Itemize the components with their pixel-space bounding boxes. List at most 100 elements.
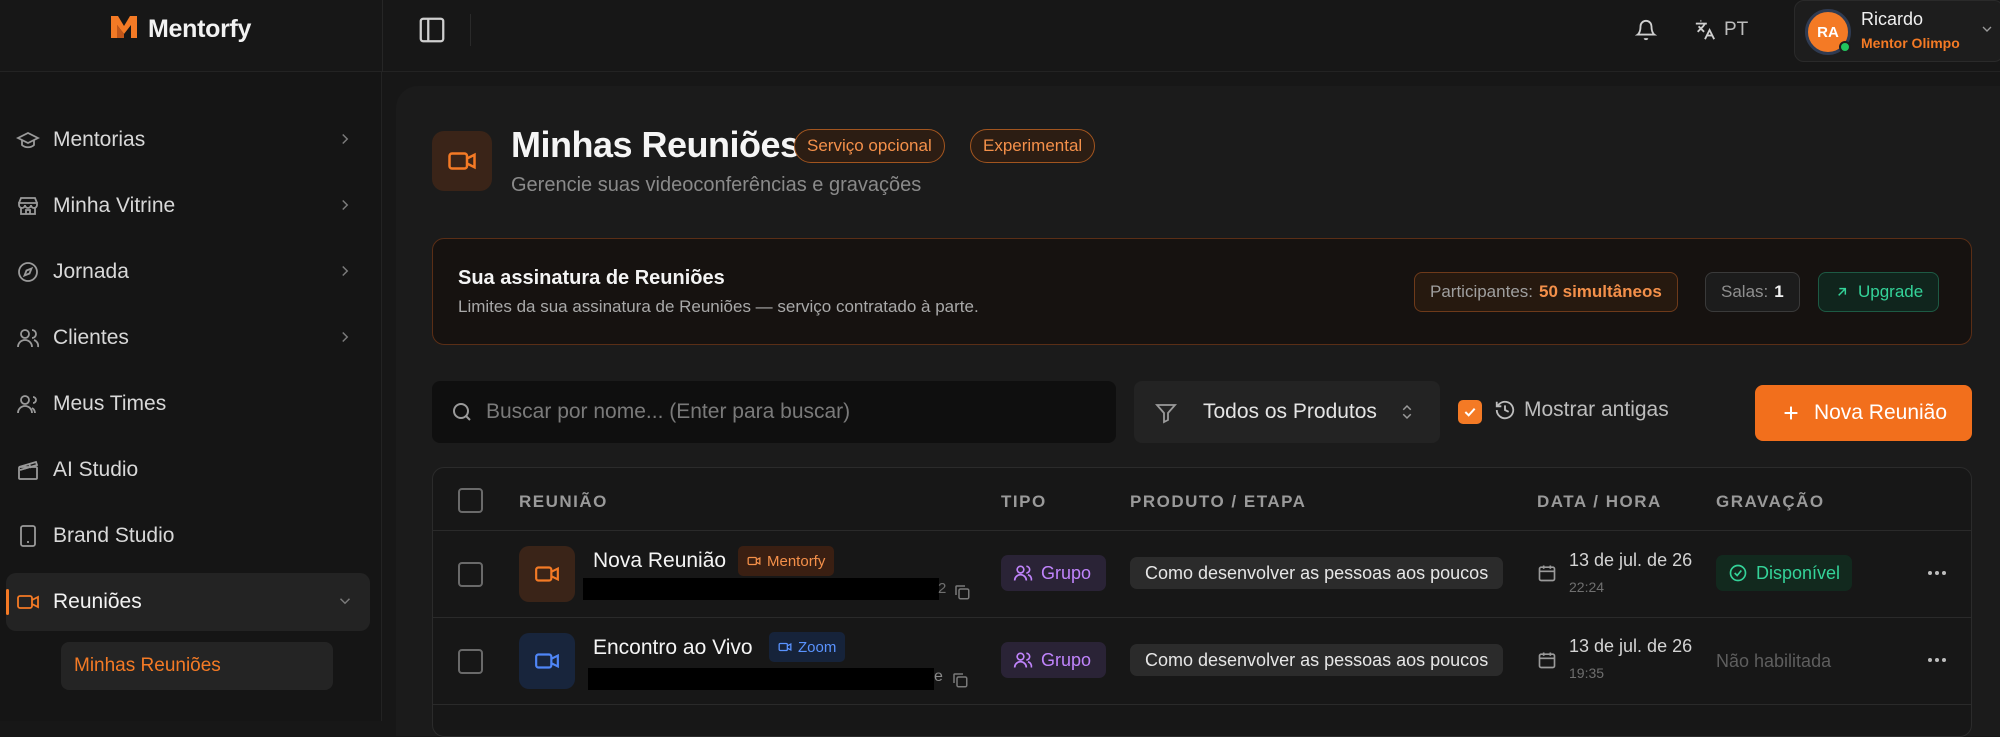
more-options-icon[interactable] bbox=[1925, 648, 1949, 672]
video-icon bbox=[448, 152, 476, 170]
column-header-type[interactable]: TIPO bbox=[1001, 492, 1047, 512]
video-icon bbox=[535, 566, 559, 582]
sidebar-item-jornada[interactable]: Jornada bbox=[6, 243, 370, 301]
sidebar-item-label: Reuniões bbox=[53, 590, 142, 613]
new-meeting-button[interactable]: Nova Reunião bbox=[1755, 385, 1972, 441]
meeting-name[interactable]: Encontro ao Vivo bbox=[593, 636, 753, 660]
type-label: Grupo bbox=[1041, 562, 1092, 583]
copy-icon[interactable] bbox=[953, 583, 971, 601]
upgrade-button[interactable]: Upgrade bbox=[1818, 272, 1940, 312]
redacted-link bbox=[588, 668, 934, 690]
user-name: Ricardo bbox=[1861, 9, 1924, 29]
row-checkbox[interactable] bbox=[458, 562, 483, 587]
arrow-up-right-icon bbox=[1838, 287, 1847, 296]
show-old-text: Mostrar antigas bbox=[1524, 398, 1669, 421]
sidebar-item-reunioes[interactable]: Reuniões bbox=[6, 573, 370, 631]
active-indicator bbox=[6, 589, 9, 615]
video-icon bbox=[535, 653, 559, 669]
search-input[interactable] bbox=[486, 393, 1086, 431]
check-icon bbox=[1464, 407, 1476, 417]
meeting-time: 22:24 bbox=[1569, 579, 1605, 595]
sidebar-item-label: Jornada bbox=[53, 260, 129, 283]
plus-icon bbox=[1784, 406, 1798, 420]
sidebar-item-meus-times[interactable]: Meus Times bbox=[6, 375, 370, 433]
sidebar-subitem-minhas-reunioes[interactable]: Minhas Reuniões bbox=[61, 642, 333, 690]
subscription-description: Limites da sua assinatura de Reuniões — … bbox=[458, 297, 979, 316]
link-tail: 2 bbox=[938, 580, 947, 597]
recording-status-text: Não habilitada bbox=[1716, 651, 1832, 671]
more-options-icon[interactable] bbox=[1925, 561, 1949, 585]
brand[interactable]: Mentorfy bbox=[108, 12, 251, 47]
compass-icon bbox=[18, 262, 38, 282]
column-header-product[interactable]: PRODUTO / ETAPA bbox=[1130, 492, 1306, 512]
search-field[interactable] bbox=[432, 381, 1116, 443]
sidebar-item-label: AI Studio bbox=[53, 458, 139, 481]
redacted-link bbox=[583, 578, 939, 600]
rooms-limit: Salas: 1 bbox=[1705, 272, 1800, 312]
toolbar-divider bbox=[470, 14, 471, 46]
notifications-button[interactable] bbox=[1630, 14, 1662, 46]
sidebar-item-mentorias[interactable]: Mentorias bbox=[6, 111, 370, 169]
row-checkbox[interactable] bbox=[458, 649, 483, 674]
recording-status-badge[interactable]: Disponível bbox=[1716, 555, 1853, 591]
column-header-recording[interactable]: GRAVAÇÃO bbox=[1716, 492, 1825, 512]
participants-value: 50 simultâneos bbox=[1539, 282, 1662, 301]
platform-label: Zoom bbox=[798, 638, 837, 656]
meeting-name[interactable]: Nova Reunião bbox=[593, 549, 726, 573]
page-icon bbox=[432, 131, 492, 191]
graduation-cap-icon bbox=[16, 131, 40, 149]
online-status-dot bbox=[1839, 41, 1851, 53]
sidebar-item-label: Meus Times bbox=[53, 392, 167, 415]
sidebar-item-label: Brand Studio bbox=[53, 524, 175, 547]
history-icon bbox=[1495, 400, 1515, 420]
platform-label: Mentorfy bbox=[767, 552, 826, 570]
store-icon bbox=[18, 197, 38, 215]
team-icon bbox=[17, 395, 37, 414]
chevron-right-icon bbox=[342, 265, 349, 277]
video-icon bbox=[17, 595, 39, 609]
meeting-icon bbox=[519, 633, 575, 689]
product-filter-select[interactable]: Todos os Produtos bbox=[1134, 381, 1440, 443]
users-icon bbox=[17, 329, 40, 348]
copy-icon[interactable] bbox=[951, 671, 969, 689]
column-header-meeting[interactable]: REUNIÃO bbox=[519, 492, 608, 512]
show-old-label[interactable]: Mostrar antigas bbox=[1494, 398, 1669, 422]
sidebar-toggle-button[interactable] bbox=[414, 12, 450, 48]
show-old-checkbox[interactable] bbox=[1458, 400, 1482, 424]
search-icon bbox=[453, 403, 471, 421]
sidebar-item-clientes[interactable]: Clientes bbox=[6, 309, 370, 367]
sidebar-item-minha-vitrine[interactable]: Minha Vitrine bbox=[6, 177, 370, 235]
row-divider bbox=[433, 704, 1971, 705]
clapperboard-icon bbox=[18, 460, 39, 480]
language-selector[interactable]: PT bbox=[1694, 14, 1748, 46]
sidebar-item-label: Mentorias bbox=[53, 128, 146, 151]
subscription-title: Sua assinatura de Reuniões bbox=[458, 267, 725, 289]
video-icon bbox=[778, 642, 792, 652]
calendar-icon bbox=[1538, 565, 1556, 582]
recording-status-label: Disponível bbox=[1756, 562, 1841, 583]
sidebar-item-ai-studio[interactable]: AI Studio bbox=[6, 441, 370, 499]
column-header-datetime[interactable]: DATA / HORA bbox=[1537, 492, 1662, 512]
experimental-badge: Experimental bbox=[970, 129, 1096, 163]
select-all-checkbox[interactable] bbox=[458, 488, 483, 513]
user-role: Mentor Olimpo bbox=[1861, 35, 1960, 51]
top-bar: Mentorfy PT RA Ricardo Mentor Olimpo bbox=[0, 0, 2000, 72]
translate-icon bbox=[1695, 19, 1715, 40]
chevron-down-icon bbox=[339, 598, 351, 605]
filter-value: Todos os Produtos bbox=[1203, 400, 1377, 423]
sidebar-item-label: Minha Vitrine bbox=[53, 194, 176, 217]
new-meeting-label: Nova Reunião bbox=[1813, 401, 1948, 424]
meetings-table: REUNIÃO TIPO PRODUTO / ETAPA DATA / HORA… bbox=[432, 467, 1972, 737]
platform-tag: Mentorfy bbox=[738, 546, 835, 576]
header-divider bbox=[433, 530, 1971, 531]
meeting-time: 19:35 bbox=[1569, 665, 1605, 681]
type-badge: Grupo bbox=[1001, 555, 1106, 591]
product-badge: Como desenvolver as pessoas aos poucos bbox=[1130, 557, 1504, 589]
participants-label: Participantes: bbox=[1430, 282, 1533, 301]
page-subtitle: Gerencie suas videoconferências e gravaç… bbox=[511, 174, 922, 196]
users-icon bbox=[1013, 652, 1033, 668]
user-menu[interactable]: RA Ricardo Mentor Olimpo bbox=[1794, 0, 2000, 62]
sidebar-item-brand-studio[interactable]: Brand Studio bbox=[6, 507, 370, 565]
optional-service-badge: Serviço opcional bbox=[794, 129, 945, 163]
tablet-icon bbox=[20, 525, 36, 547]
